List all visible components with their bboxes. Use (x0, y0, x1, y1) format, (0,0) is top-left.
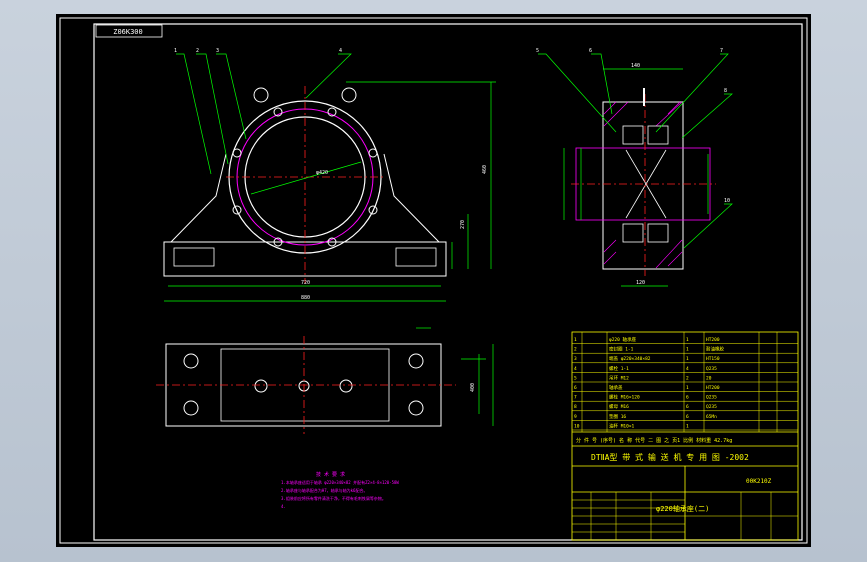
svg-text:φ220轴承座(二): φ220轴承座(二) (656, 504, 709, 513)
svg-text:00K210Z: 00K210Z (746, 478, 772, 485)
svg-text:120: 120 (636, 280, 645, 286)
svg-text:2: 2 (196, 48, 199, 54)
bom-cell: 螺栓 1-1 (609, 365, 629, 372)
svg-text:2.轴承座与轴承配合为H7，轴承与轴为k6配合。: 2.轴承座与轴承配合为H7，轴承与轴为k6配合。 (281, 487, 367, 493)
side-section-view: 5 6 7 8 10 140 120 (536, 48, 733, 287)
svg-text:6: 6 (589, 48, 592, 54)
bom-cell: 9 (574, 414, 577, 420)
bom-cell: 耐油橡胶 (706, 346, 724, 353)
svg-text:技 术 要 求: 技 术 要 求 (316, 471, 345, 478)
bom-cell: 6 (686, 395, 689, 401)
svg-text:8: 8 (724, 88, 727, 94)
svg-text:270: 270 (460, 220, 466, 229)
bom-cell: 1 (686, 337, 689, 343)
svg-text:4.: 4. (281, 504, 286, 509)
bom-cell: 端盖 φ220×340×82 (609, 355, 651, 362)
bom-cell: 轴承盖 (609, 384, 623, 391)
bom-cell: HT200 (706, 385, 720, 391)
bom-cell: φ220 轴承座 (609, 336, 637, 343)
bom-cell: HT150 (706, 356, 720, 362)
bom-cell: 4 (574, 366, 577, 372)
bom-cell: 4 (686, 366, 689, 372)
bom-cell: 1 (686, 423, 689, 429)
bom-cell: 垫圈 16 (609, 413, 626, 420)
bom-cell: 8 (574, 404, 577, 410)
stamp-text: Z06K300 (113, 28, 143, 36)
bom-cell: HT200 (706, 337, 720, 343)
bom-cell: 2 (574, 347, 577, 353)
svg-text:3: 3 (216, 48, 219, 54)
lifting-eye-left (253, 87, 269, 103)
bom-cell: 2 (686, 375, 689, 381)
top-dims (416, 327, 494, 426)
bom-cell: 5 (574, 375, 577, 381)
bom-cell: 油杯 M10×1 (609, 422, 635, 429)
bom-cell: 密封圈 1-1 (609, 346, 634, 353)
bom-cell: 螺母 M16 (609, 403, 629, 410)
lifting-eye-right (341, 87, 357, 103)
svg-text:1: 1 (174, 48, 177, 54)
bom-cell: 1 (686, 356, 689, 362)
svg-text:880: 880 (301, 295, 310, 301)
svg-text:3.组装前应将所有零件清洗干净，不得有毛刺铁屑等杂物。: 3.组装前应将所有零件清洗干净，不得有毛刺铁屑等杂物。 (281, 495, 386, 501)
svg-text:1.本轴承座适用于轴承 φ220×340×82 并配有Z2×: 1.本轴承座适用于轴承 φ220×340×82 并配有Z2×4-8×120-58… (281, 479, 399, 485)
svg-text:φ420: φ420 (316, 170, 328, 176)
bom-cell: 1 (574, 337, 577, 343)
front-view: φ420 1 2 3 4 720 880 460 270 (163, 48, 496, 302)
top-bolt-holes (183, 353, 424, 416)
bom-cell: 20 (706, 375, 712, 381)
svg-text:720: 720 (301, 280, 310, 286)
side-leaders (538, 53, 733, 287)
bom-cell: 65Mn (706, 414, 717, 420)
svg-text:5: 5 (536, 48, 539, 54)
svg-text:分 件 号 (序号) 名 称 代号 二 图 之 页1 比例: 分 件 号 (序号) 名 称 代号 二 图 之 页1 比例 材料重 42.7kg (576, 437, 732, 444)
bom-cell: 6 (574, 385, 577, 391)
title-block: 1 φ220 轴承座 1 HT200 2 密封圈 1-1 1 耐油橡胶 3 端盖 φ220×340… (571, 331, 799, 541)
bom-table: 1 φ220 轴承座 1 HT200 2 密封圈 1-1 1 耐油橡胶 3 端盖 φ220×340… (572, 332, 798, 432)
bom-cell: 3 (574, 356, 577, 362)
bom-cell: 1 (686, 385, 689, 391)
svg-text:4: 4 (339, 48, 342, 54)
bom-cell: 螺栓 M16×120 (609, 394, 640, 401)
bom-cell: 7 (574, 395, 577, 401)
svg-text:10: 10 (724, 198, 730, 204)
bom-cell: 6 (686, 414, 689, 420)
bom-cell: Q235 (706, 395, 717, 401)
bom-cell: Q235 (706, 404, 717, 410)
outer-border (59, 17, 808, 544)
bearing-rollers (622, 125, 669, 243)
bom-cell: 10 (574, 423, 580, 429)
svg-text:DTⅡA型 带 式 输 送 机 专 用 图 -2002: DTⅡA型 带 式 输 送 机 专 用 图 -2002 (591, 452, 749, 462)
bom-cell: 1 (686, 347, 689, 353)
svg-text:140: 140 (631, 63, 640, 69)
inner-border (93, 23, 803, 541)
svg-text:400: 400 (470, 383, 476, 392)
technical-notes: 技 术 要 求 1.本轴承座适用于轴承 φ220×340×82 并配有Z2×4-… (281, 471, 399, 509)
svg-text:460: 460 (482, 165, 488, 174)
bom-cell: Q235 (706, 366, 717, 372)
bom-cell: 吊环 M12 (609, 375, 629, 381)
drawing-canvas: Z06K300 φ420 1 2 3 4 720 880 460 270 5 6… (56, 14, 811, 547)
cad-drawing: Z06K300 φ420 1 2 3 4 720 880 460 270 5 6… (59, 17, 808, 544)
svg-text:7: 7 (720, 48, 723, 54)
bom-cell: 6 (686, 404, 689, 410)
top-view: 400 (156, 327, 494, 434)
